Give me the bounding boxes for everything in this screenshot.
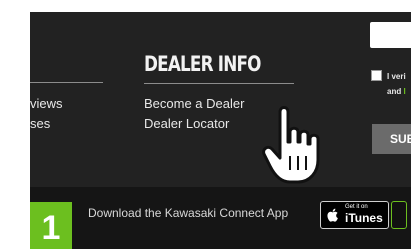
newsletter-email-input[interactable]: [370, 22, 411, 48]
dealer-locator-link[interactable]: Dealer Locator: [144, 116, 229, 131]
verify-checkbox[interactable]: [371, 70, 382, 81]
verify-line-1: I veri: [387, 72, 406, 81]
verify-text: I veri and I: [387, 69, 406, 99]
download-app-text: Download the Kawasaki Connect App: [88, 206, 289, 220]
dealer-info-divider: [144, 83, 294, 84]
itunes-button[interactable]: Get it on iTunes: [320, 201, 389, 229]
verify-line-2-prefix: and: [387, 87, 402, 96]
hand-pointer-cursor-icon: [262, 106, 320, 184]
apple-icon: [327, 208, 338, 222]
itunes-small-text: Get it on: [345, 204, 368, 210]
step-number-badge: 1: [30, 202, 72, 249]
submit-button[interactable]: SUB: [372, 124, 411, 154]
left-column-link-2[interactable]: ses: [30, 116, 50, 131]
become-a-dealer-link[interactable]: Become a Dealer: [144, 96, 244, 111]
google-play-button-partial[interactable]: [391, 201, 407, 229]
left-column-link-1[interactable]: views: [30, 96, 63, 111]
site-footer: views ses DEALER INFO Become a Dealer De…: [30, 12, 411, 249]
left-column-divider: [30, 82, 103, 83]
itunes-label: iTunes: [345, 211, 383, 225]
verify-terms-link[interactable]: I: [403, 87, 405, 96]
dealer-info-heading: DEALER INFO: [144, 52, 261, 76]
